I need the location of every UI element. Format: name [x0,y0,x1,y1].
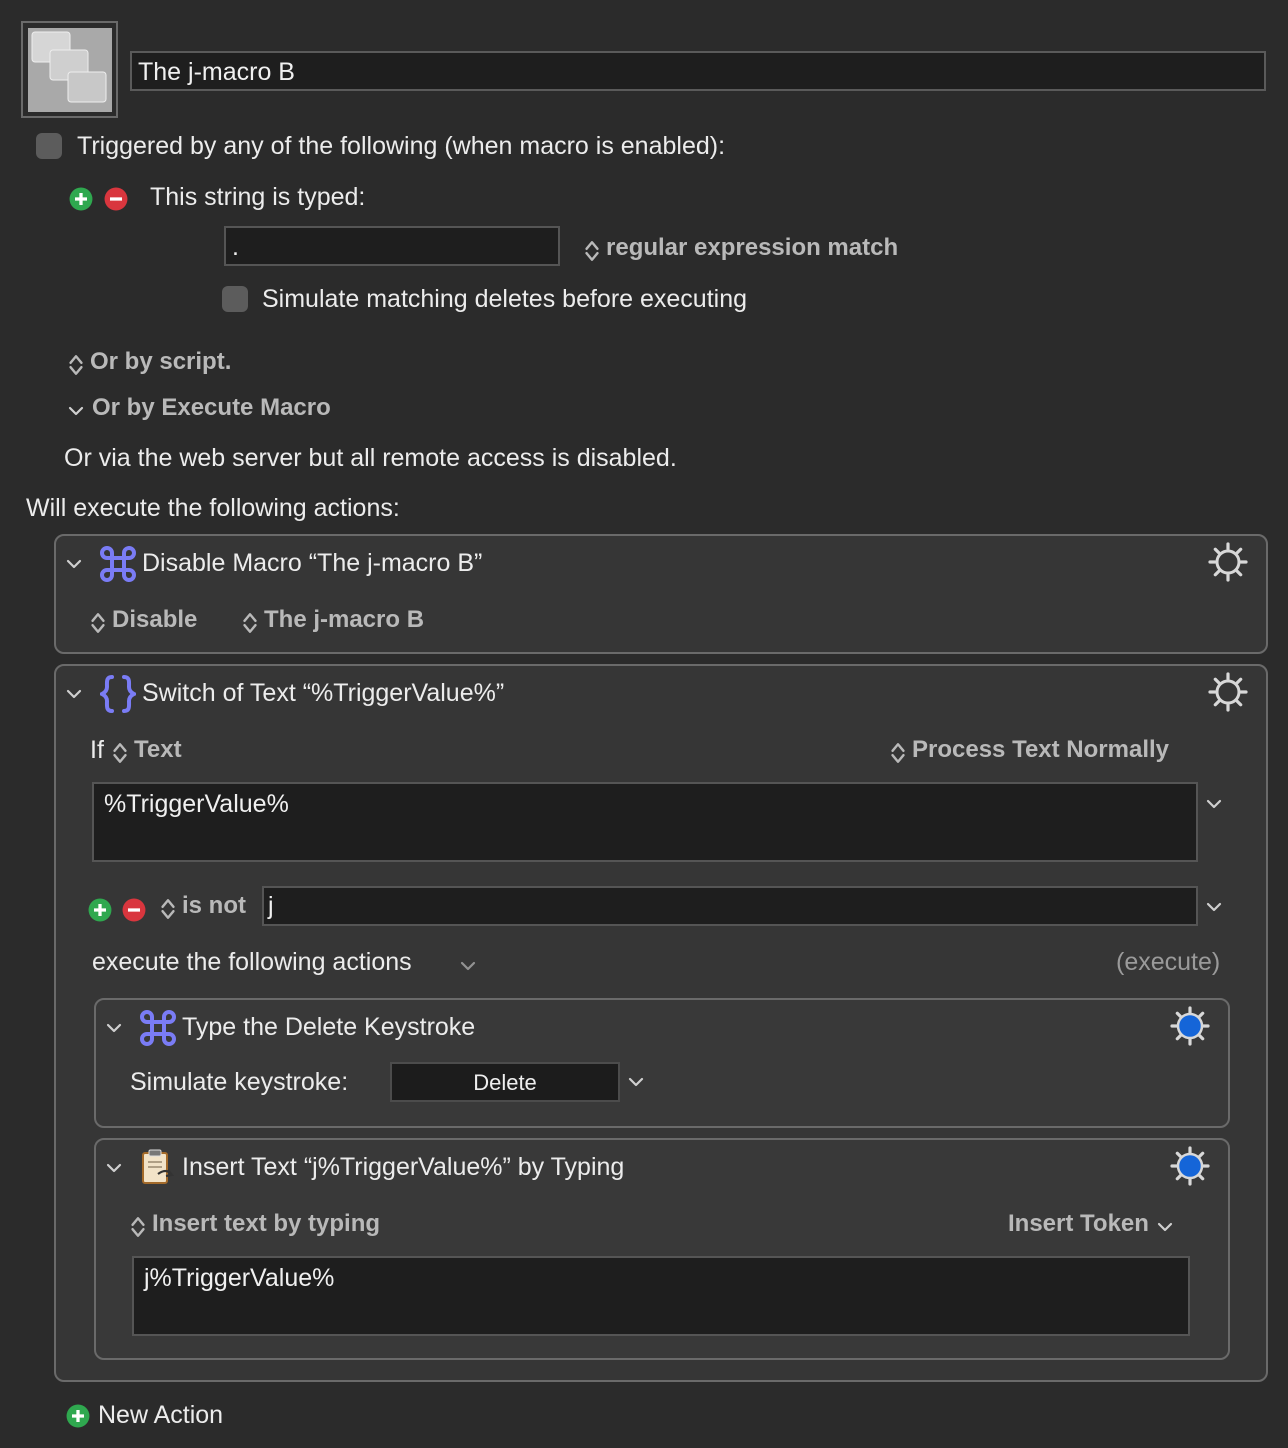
gear-icon[interactable] [1208,542,1248,582]
switch-text-value: %TriggerValue% [104,790,289,818]
web-server-note: Or via the web server but all remote acc… [64,444,677,472]
trigger-heading: Triggered by any of the following (when … [77,132,726,160]
simulate-deletes-checkbox[interactable] [222,286,248,312]
macro-name-field[interactable]: The j-macro B [130,51,1266,91]
switch-source-popup[interactable]: Text [112,736,182,765]
keystroke-menu-chevron-icon[interactable] [628,1074,644,1090]
insert-token-menu[interactable]: Insert Token [1008,1210,1173,1238]
target-macro-label: The j-macro B [264,606,425,633]
disable-mode-label: Disable [112,606,198,633]
token-menu-chevron-icon[interactable] [1206,796,1222,812]
disable-mode-popup[interactable]: Disable [90,606,197,635]
updown-icon [584,239,600,263]
collapse-chevron-icon[interactable] [106,1160,122,1176]
remove-trigger-icon[interactable] [104,187,128,211]
gear-icon[interactable] [1208,672,1248,712]
gear-icon[interactable] [1170,1006,1210,1046]
case-value-text: j [268,892,274,920]
triggered-checkbox[interactable] [36,133,62,159]
string-typed-label: This string is typed: [150,183,366,211]
case-menu-chevron-icon[interactable] [1206,899,1222,915]
typed-string-value: . [232,233,239,261]
simulate-keystroke-label: Simulate keystroke: [130,1068,349,1096]
action-disable-macro[interactable]: Disable Macro “The j-macro B” Disable Th… [54,534,1268,654]
macro-icon[interactable] [21,21,118,118]
command-icon [98,544,138,584]
add-trigger-icon[interactable] [69,187,93,211]
command-icon [138,1008,178,1048]
updown-icon [68,353,84,377]
or-by-execute-macro-label: Or by Execute Macro [92,394,331,421]
chevron-down-icon [1157,1219,1173,1235]
action-title: Insert Text “j%TriggerValue%” by Typing [182,1153,625,1181]
switch-source-label: Text [134,736,182,763]
add-case-icon[interactable] [88,898,112,922]
insert-text-value: j%TriggerValue% [144,1264,335,1292]
keystroke-value: Delete [473,1070,537,1095]
macro-name-text: The j-macro B [138,58,295,86]
action-insert-text[interactable]: Insert Text “j%TriggerValue%” by Typing … [94,1138,1230,1360]
clipboard-icon [142,1149,175,1184]
action-title: Disable Macro “The j-macro B” [142,549,483,577]
or-by-script-label: Or by script. [90,348,232,375]
insert-mode-label: Insert text by typing [152,1210,381,1237]
insert-text-field[interactable]: j%TriggerValue% [132,1256,1190,1336]
action-title: Switch of Text “%TriggerValue%” [142,679,505,707]
updown-icon [130,1215,146,1239]
simulate-deletes-label: Simulate matching deletes before executi… [262,285,748,313]
execute-actions-label: execute the following actions [92,948,412,976]
or-by-execute-macro-menu[interactable]: Or by Execute Macro [68,394,331,422]
case-condition-label: is not [182,892,246,919]
collapse-chevron-icon[interactable] [66,556,82,572]
remove-case-icon[interactable] [122,898,146,922]
updown-icon [890,741,906,765]
braces-icon [100,675,136,713]
process-text-label: Process Text Normally [912,736,1170,763]
action-title: Type the Delete Keystroke [182,1013,476,1041]
action-type-keystroke[interactable]: Type the Delete Keystroke Simulate keyst… [94,998,1230,1128]
updown-icon [160,897,176,921]
target-macro-popup[interactable]: The j-macro B [242,606,424,635]
updown-icon [90,611,106,635]
execute-chevron-icon[interactable] [460,958,476,974]
case-value-field[interactable]: j [262,886,1198,926]
if-label: If [90,736,104,764]
chevron-down-icon [68,403,84,419]
typed-string-input[interactable]: . [224,226,560,266]
gear-icon[interactable] [1170,1146,1210,1186]
add-action-icon[interactable] [66,1404,90,1428]
or-by-script-popup[interactable]: Or by script. [68,348,231,377]
keystroke-field[interactable]: Delete [390,1062,620,1102]
match-mode-label: regular expression match [606,234,899,261]
actions-heading: Will execute the following actions: [26,494,400,522]
insert-mode-popup[interactable]: Insert text by typing [130,1210,380,1239]
insert-token-label: Insert Token [1008,1210,1149,1237]
execute-right-label[interactable]: (execute) [1116,948,1220,977]
updown-icon [242,611,258,635]
collapse-chevron-icon[interactable] [66,686,82,702]
switch-text-field[interactable]: %TriggerValue% [92,782,1198,862]
new-action-label[interactable]: New Action [98,1401,223,1430]
match-mode-popup[interactable]: regular expression match [584,234,898,263]
action-switch-text[interactable]: Switch of Text “%TriggerValue%” If Text … [54,664,1268,1382]
collapse-chevron-icon[interactable] [106,1020,122,1036]
process-text-popup[interactable]: Process Text Normally [890,736,1169,765]
updown-icon [112,741,128,765]
case-condition-popup[interactable]: is not [160,892,246,921]
